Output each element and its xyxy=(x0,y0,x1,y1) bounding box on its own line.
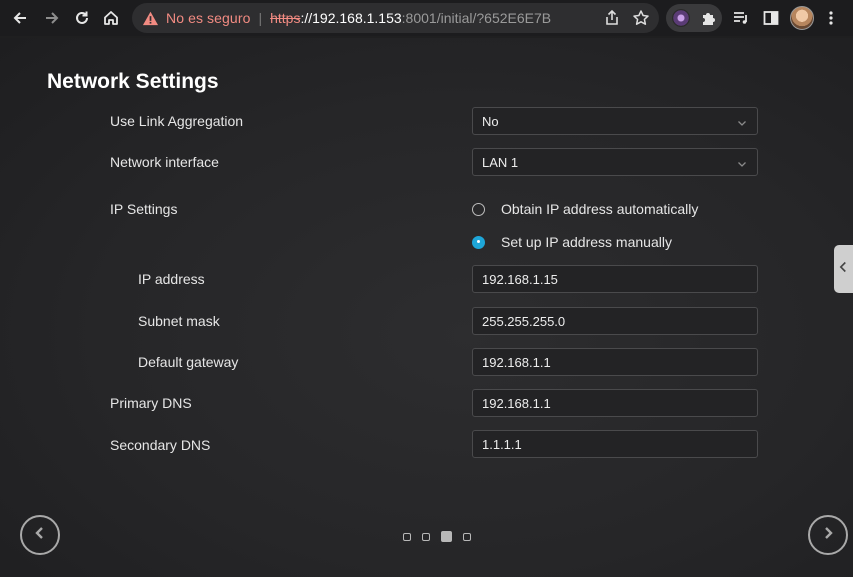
pager-dot[interactable] xyxy=(403,532,411,541)
kebab-menu-icon[interactable] xyxy=(819,6,843,30)
security-status-text: No es seguro xyxy=(166,10,251,26)
home-icon[interactable] xyxy=(99,6,123,30)
extensions-area xyxy=(666,4,722,32)
chevron-down-icon xyxy=(737,116,747,126)
pager-dot[interactable] xyxy=(463,532,471,541)
ip-settings-label: IP Settings xyxy=(110,201,178,217)
secondary-dns-input[interactable]: 1.1.1.1 xyxy=(472,430,758,458)
secondary-dns-value: 1.1.1.1 xyxy=(482,436,522,452)
chevron-left-icon xyxy=(33,526,47,545)
primary-dns-label: Primary DNS xyxy=(110,395,192,411)
address-bar[interactable]: No es seguro | https://192.168.1.153:800… xyxy=(132,3,659,33)
previous-step-button[interactable] xyxy=(20,515,60,555)
browser-toolbar: No es seguro | https://192.168.1.153:800… xyxy=(0,0,853,36)
forward-arrow-icon[interactable] xyxy=(40,6,64,30)
extension-puzzle-icon[interactable] xyxy=(700,9,718,27)
profile-avatar[interactable] xyxy=(790,6,814,30)
ip-auto-option[interactable]: Obtain IP address automatically xyxy=(472,201,698,217)
ip-manual-option[interactable]: Set up IP address manually xyxy=(472,234,672,250)
network-interface-value: LAN 1 xyxy=(482,154,519,170)
primary-dns-value: 192.168.1.1 xyxy=(482,395,551,411)
chevron-left-icon xyxy=(839,260,848,278)
next-step-button[interactable] xyxy=(808,515,848,555)
link-aggregation-value: No xyxy=(482,113,499,129)
primary-dns-input[interactable]: 192.168.1.1 xyxy=(472,389,758,417)
ip-manual-label[interactable]: Set up IP address manually xyxy=(501,234,672,250)
link-aggregation-label: Use Link Aggregation xyxy=(110,113,244,129)
pager-dot[interactable] xyxy=(422,532,430,541)
url-scheme: https xyxy=(270,10,301,26)
default-gateway-input[interactable]: 192.168.1.1 xyxy=(472,348,758,376)
warning-icon[interactable] xyxy=(142,9,160,27)
address-separator: | xyxy=(258,10,263,26)
step-pager xyxy=(403,531,471,542)
ip-auto-radio[interactable] xyxy=(472,202,485,216)
reload-icon[interactable] xyxy=(70,6,94,30)
url-text: https://192.168.1.153:8001/initial/?652E… xyxy=(270,10,551,26)
network-interface-select[interactable]: LAN 1 xyxy=(472,148,758,176)
subnet-mask-value: 255.255.255.0 xyxy=(482,313,566,329)
secondary-dns-label: Secondary DNS xyxy=(110,437,211,453)
ip-address-value: 192.168.1.15 xyxy=(482,271,558,287)
ip-address-label: IP address xyxy=(138,271,205,287)
pager-dot-current[interactable] xyxy=(441,531,452,542)
page-title: Network Settings xyxy=(47,70,219,93)
ip-auto-label[interactable]: Obtain IP address automatically xyxy=(501,201,698,217)
chevron-right-icon xyxy=(821,526,835,545)
subnet-mask-label: Subnet mask xyxy=(138,313,220,329)
side-panel-toggle[interactable] xyxy=(834,245,853,293)
star-icon[interactable] xyxy=(632,9,650,27)
ip-address-input[interactable]: 192.168.1.15 xyxy=(472,265,758,293)
back-arrow-icon[interactable] xyxy=(8,6,32,30)
side-panel-icon[interactable] xyxy=(759,6,783,30)
url-host: ://192.168.1.153 xyxy=(300,10,402,26)
extension-icon[interactable] xyxy=(672,9,690,27)
chevron-down-icon xyxy=(737,157,747,167)
share-icon[interactable] xyxy=(603,9,621,27)
ip-manual-radio[interactable] xyxy=(472,235,485,249)
setup-wizard-page: Network Settings Use Link Aggregation No… xyxy=(0,38,853,577)
subnet-mask-input[interactable]: 255.255.255.0 xyxy=(472,307,758,335)
url-path: :8001/initial/?652E6E7B xyxy=(401,10,552,26)
default-gateway-label: Default gateway xyxy=(138,354,239,370)
default-gateway-value: 192.168.1.1 xyxy=(482,354,551,370)
link-aggregation-select[interactable]: No xyxy=(472,107,758,135)
media-queue-icon[interactable] xyxy=(729,6,753,30)
network-interface-label: Network interface xyxy=(110,154,219,170)
